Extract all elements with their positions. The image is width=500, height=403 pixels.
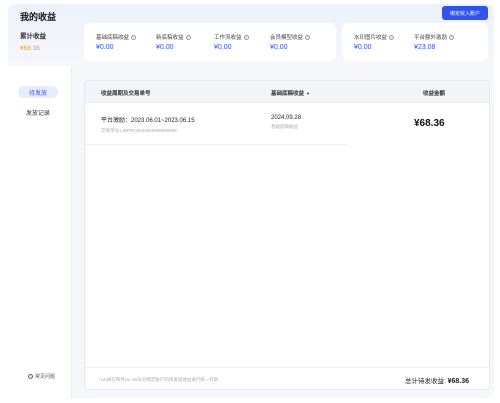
top-bar: 我的收益 绑定收入账户 累计收益 ¥68.36 基础底稿收益? ¥0.00 新底… xyxy=(8,4,494,66)
metric-member-model: 会员模型收益? ¥0.00 xyxy=(270,33,311,51)
metric-value: ¥0.00 xyxy=(214,44,232,51)
payout-note: *Lib将在每月15~20号对绑定账户的待发放收益进行统一打款 xyxy=(99,377,219,382)
metric-label: 平台额外激励 xyxy=(414,35,448,41)
earnings-card-secondary: 水印图片收益? ¥0.00 平台额外激励? ¥23.08 xyxy=(342,23,488,61)
metric-base-draft: 基础底稿收益? ¥0.00 xyxy=(96,33,137,51)
cumulative-earnings: 累计收益 ¥68.36 xyxy=(20,30,82,52)
page-title: 我的收益 xyxy=(20,12,57,22)
question-icon[interactable]: ? xyxy=(131,34,137,40)
table-footer: *Lib将在每月15~20号对绑定账户的待发放收益进行统一打款 总计待发收益: … xyxy=(85,367,489,389)
metric-label: 会员模型收益 xyxy=(270,35,304,41)
metric-label: 新底稿收益 xyxy=(156,35,184,41)
column-header-type[interactable]: 基础底稿收益 ▼ xyxy=(271,89,310,97)
cell-date: 2024.09.28 基础底稿收益 xyxy=(271,115,301,130)
faq-label: 常见问题 xyxy=(35,374,56,380)
date-text: 2024.09.28 xyxy=(271,115,302,121)
metric-label: 基础底稿收益 xyxy=(96,35,130,41)
metric-value: ¥0.00 xyxy=(270,44,288,51)
column-header-type-label: 基础底稿收益 xyxy=(271,91,305,97)
metric-value: ¥0.00 xyxy=(156,44,174,51)
total-pending: 总计待发收益: ¥68.36 xyxy=(405,375,469,385)
metric-value: ¥0.00 xyxy=(354,44,372,51)
type-subtext: 基础底稿收益 xyxy=(271,124,298,129)
metric-value: ¥0.00 xyxy=(96,44,114,51)
question-icon[interactable]: ? xyxy=(185,34,191,40)
earnings-table: 收益周期及交易单号 基础底稿收益 ▼ 收益金额 平台激励：2023.06.01~2… xyxy=(84,80,490,390)
sidebar-item-records[interactable]: 发放记录 xyxy=(18,106,58,118)
metric-watermark: 水印图片收益? ¥0.00 xyxy=(354,33,395,51)
cumulative-value: ¥68.36 xyxy=(20,45,40,52)
total-label: 总计待发收益: xyxy=(404,378,446,385)
metric-workflow: 工作流收益? ¥0.00 xyxy=(214,33,249,51)
table-header: 收益周期及交易单号 基础底稿收益 ▼ 收益金额 xyxy=(85,81,489,103)
app-frame: 我的收益 绑定收入账户 累计收益 ¥68.36 基础底稿收益? ¥0.00 新底… xyxy=(8,4,494,398)
period-text: 平台激励：2023.06.01~2023.06.15 xyxy=(101,118,195,124)
sidebar-item-pending[interactable]: 待发放 xyxy=(18,86,58,98)
column-header-amount: 收益金额 xyxy=(423,91,446,97)
transaction-number: 交易单号:LIBPRO2023069999999999 xyxy=(101,128,177,133)
faq-link[interactable]: ? 常见问题 xyxy=(28,373,55,380)
question-icon[interactable]: ? xyxy=(389,34,395,40)
cell-period: 平台激励：2023.06.01~2023.06.15 交易单号:LIBPRO20… xyxy=(101,115,195,134)
cell-amount: ¥68.36 xyxy=(414,118,445,129)
cumulative-label: 累计收益 xyxy=(20,33,46,40)
column-header-period: 收益周期及交易单号 xyxy=(101,91,151,97)
sidebar: 待发放 发放记录 ? 常见问题 xyxy=(8,66,72,398)
question-icon: ? xyxy=(28,374,33,379)
bind-income-account-button[interactable]: 绑定收入账户 xyxy=(441,6,488,20)
total-value: ¥68.36 xyxy=(447,378,469,385)
question-icon[interactable]: ? xyxy=(449,34,455,40)
table-row: 平台激励：2023.06.01~2023.06.15 交易单号:LIBPRO20… xyxy=(85,103,347,145)
earnings-card-primary: 基础底稿收益? ¥0.00 新底稿收益? ¥0.00 工作流收益? ¥0.00 … xyxy=(84,23,336,61)
metric-label: 工作流收益 xyxy=(214,35,242,41)
caret-down-icon: ▼ xyxy=(306,91,310,96)
metric-platform-incentive: 平台额外激励? ¥23.08 xyxy=(414,33,455,51)
metric-value: ¥23.08 xyxy=(414,44,436,51)
metric-new-draft: 新底稿收益? ¥0.00 xyxy=(156,33,191,51)
metric-label: 水印图片收益 xyxy=(354,35,388,41)
question-icon[interactable]: ? xyxy=(243,34,249,40)
question-icon[interactable]: ? xyxy=(305,34,311,40)
